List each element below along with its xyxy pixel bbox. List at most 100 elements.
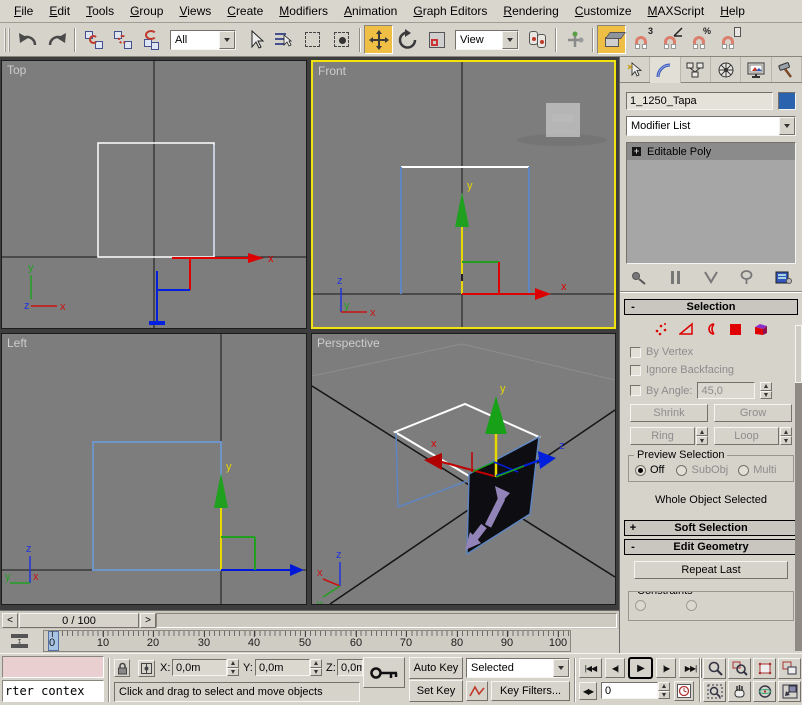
maxscript-macro-recorder[interactable] (2, 656, 104, 678)
select-and-move-button[interactable] (364, 25, 393, 54)
rectangular-selection-region-button[interactable] (298, 25, 327, 54)
make-unique-icon[interactable] (703, 270, 719, 285)
track-bar-ruler[interactable]: 0 10 20 30 40 50 60 70 80 90 100 (43, 630, 571, 652)
select-and-link-button[interactable] (79, 25, 108, 54)
auto-key-button[interactable]: Auto Key (409, 657, 463, 679)
menu-tools[interactable]: Tools (78, 1, 122, 21)
border-mode-button[interactable] (705, 322, 718, 336)
vertex-mode-button[interactable] (654, 322, 668, 336)
polygon-mode-button[interactable] (729, 323, 742, 336)
show-end-result-icon[interactable] (669, 270, 681, 285)
tab-display[interactable] (741, 57, 771, 82)
snaps-toggle-button[interactable] (597, 25, 626, 54)
previous-frame-button[interactable]: ◀| (605, 658, 625, 678)
configure-modifier-sets-icon[interactable] (775, 270, 792, 285)
modifier-list-arrow[interactable] (779, 117, 795, 135)
time-slider-handle[interactable]: 0 / 100 (19, 613, 139, 628)
current-frame-field[interactable]: 0 (601, 682, 658, 699)
maxscript-mini-listener[interactable]: rter contex (2, 680, 104, 702)
viewport-top-canvas[interactable]: x y z x (2, 61, 307, 329)
viewport-perspective[interactable]: Perspective (311, 333, 616, 605)
x-spinner[interactable] (227, 659, 239, 676)
move-gizmo-left[interactable]: y (214, 461, 304, 576)
time-configuration-button[interactable] (674, 681, 694, 701)
menu-edit[interactable]: Edit (41, 1, 78, 21)
set-key-mode-button[interactable] (363, 657, 405, 688)
select-and-scale-button[interactable] (422, 25, 451, 54)
ring-button[interactable]: Ring (630, 427, 695, 445)
constraint-radio-1[interactable] (635, 600, 646, 611)
zoom-extents-button[interactable] (753, 658, 776, 679)
by-angle-field[interactable]: 45,0 (697, 382, 755, 399)
tab-create[interactable] (620, 57, 650, 82)
tab-motion[interactable] (711, 57, 741, 82)
modifier-stack[interactable]: + Editable Poly (626, 142, 796, 264)
viewport-front-label[interactable]: Front (318, 64, 346, 78)
menu-help[interactable]: Help (712, 1, 753, 21)
command-panel-scrollbar[interactable] (795, 325, 802, 651)
x-coordinate-field[interactable]: 0,0m (172, 659, 227, 676)
zoom-button[interactable] (703, 658, 726, 679)
loop-spinner[interactable] (780, 427, 792, 445)
rollout-edit-geometry-header[interactable]: - Edit Geometry (624, 539, 798, 555)
preview-off-radio[interactable] (635, 465, 646, 476)
tab-modify[interactable] (650, 57, 680, 83)
next-frame-arrow[interactable]: > (140, 613, 156, 628)
unlink-selection-button[interactable] (108, 25, 137, 54)
viewport-left[interactable]: Left y z (1, 333, 307, 605)
y-spinner[interactable] (310, 659, 322, 676)
select-and-rotate-button[interactable] (393, 25, 422, 54)
move-gizmo-perspective[interactable]: y x z (424, 383, 565, 477)
rollout-selection-header[interactable]: - Selection (624, 299, 798, 315)
remove-modifier-icon[interactable] (740, 270, 753, 285)
object-name-field[interactable]: 1_1250_Tapa (626, 92, 773, 110)
go-to-start-button[interactable]: |◀◀ (579, 658, 602, 678)
by-angle-spinner[interactable] (760, 382, 772, 399)
z-coordinate-field[interactable]: 0,0m (337, 659, 363, 676)
menu-maxscript[interactable]: MAXScript (640, 1, 713, 21)
object-color-swatch[interactable] (778, 92, 796, 110)
select-object-button[interactable] (240, 25, 269, 54)
loop-button[interactable]: Loop (714, 427, 779, 445)
ring-spinner[interactable] (696, 427, 708, 445)
arc-rotate-button[interactable] (753, 681, 776, 702)
preview-multi-radio[interactable] (738, 465, 749, 476)
angle-snap-button[interactable] (655, 25, 684, 54)
frame-spinner[interactable] (658, 682, 670, 699)
move-gizmo-top[interactable]: x (149, 253, 274, 323)
edge-mode-button[interactable] (679, 322, 694, 336)
absolute-mode-toggle[interactable] (138, 660, 155, 677)
undo-button[interactable] (13, 25, 42, 54)
viewport-top-label[interactable]: Top (7, 63, 26, 77)
zoom-region-button[interactable] (703, 681, 726, 702)
maximize-viewport-toggle-button[interactable] (778, 681, 801, 702)
set-key-button[interactable]: Set Key (409, 680, 463, 702)
y-coordinate-field[interactable]: 0,0m (255, 659, 310, 676)
menu-create[interactable]: Create (219, 1, 271, 21)
viewport-top[interactable]: Top x (1, 60, 307, 329)
menu-customize[interactable]: Customize (567, 1, 640, 21)
scrollbar-thumb[interactable] (795, 325, 802, 383)
element-mode-button[interactable] (753, 322, 769, 336)
move-gizmo-front[interactable]: y x (455, 180, 567, 300)
previous-frame-arrow[interactable]: < (2, 613, 18, 628)
menu-views[interactable]: Views (171, 1, 219, 21)
redo-button[interactable] (42, 25, 71, 54)
repeat-last-button[interactable]: Repeat Last (634, 561, 788, 579)
key-mode-toggle-button[interactable]: ◀▶ (579, 682, 597, 700)
menu-graph-editors[interactable]: Graph Editors (405, 1, 495, 21)
key-filters-button[interactable]: Key Filters... (491, 681, 570, 701)
viewport-left-label[interactable]: Left (7, 336, 27, 350)
shrink-button[interactable]: Shrink (630, 404, 708, 422)
default-in-out-tangents-button[interactable] (466, 681, 488, 701)
reference-coordinate-arrow[interactable] (502, 31, 518, 49)
tab-hierarchy[interactable] (681, 57, 711, 82)
percent-snap-button[interactable]: % (684, 25, 713, 54)
key-scope-dropdown[interactable]: Selected (466, 658, 570, 678)
preview-subobj-radio[interactable] (676, 465, 687, 476)
selection-filter-arrow[interactable] (219, 31, 235, 49)
constraint-radio-2[interactable] (686, 600, 697, 611)
tab-utilities[interactable] (772, 57, 802, 82)
time-slider-track[interactable] (156, 613, 617, 628)
menu-file[interactable]: File (6, 1, 41, 21)
